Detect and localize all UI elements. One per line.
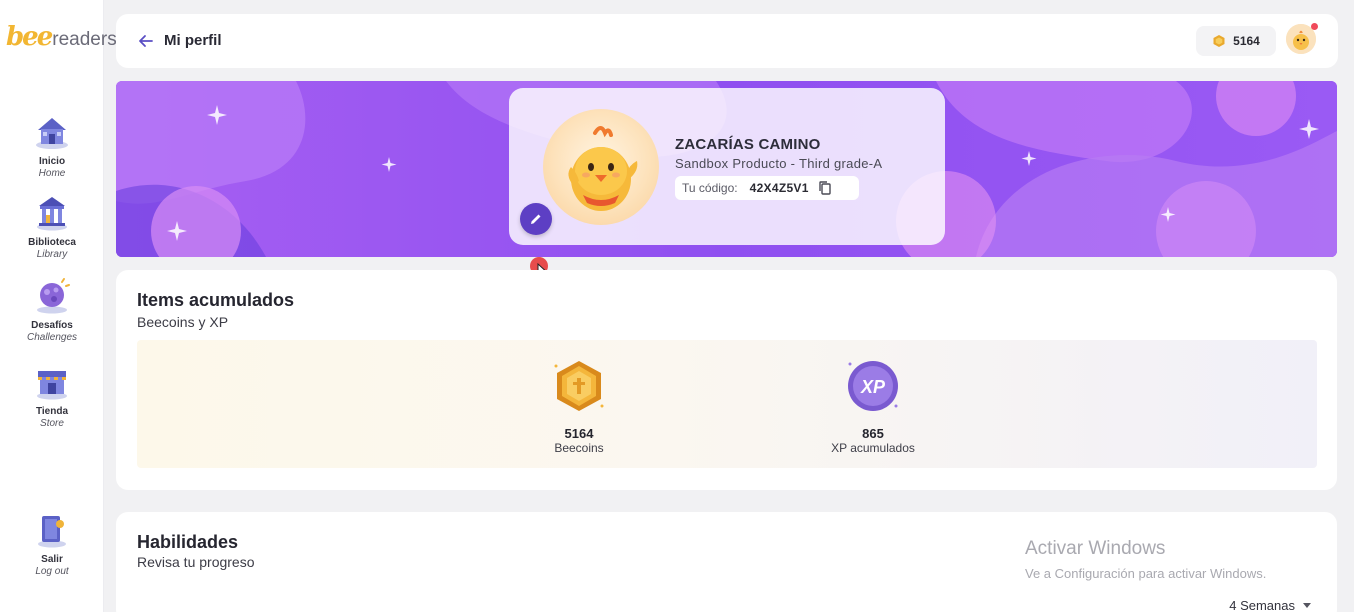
items-card: Items acumulados Beecoins y XP 5164 Beec… [116,270,1337,490]
sidebar: bee readers Inicio Home Biblioteca Libra… [0,0,117,612]
stat-beecoins: 5164 Beecoins [514,358,644,455]
beecoin-balance[interactable]: 5164 [1196,26,1276,56]
sidebar-item-sublabel: Store [40,418,64,429]
watermark-text: Ve a Configuración para activar Windows. [1025,566,1267,581]
logo-readers-text: readers [52,29,117,50]
page-title: Mi perfil [164,32,222,49]
copy-icon[interactable] [817,180,833,196]
period-dropdown[interactable]: 4 Semanas [1229,598,1311,612]
stat-value: 5164 [564,426,594,441]
sidebar-item-sublabel: Library [36,249,68,260]
sidebar-item-label: Tienda [35,406,69,417]
user-name: ZACARÍAS CAMINO [675,136,821,153]
profile-banner: ZACARÍAS CAMINO Sandbox Producto - Third… [116,81,1337,257]
svg-text:XP: XP [860,377,886,397]
watermark-title: Activar Windows [1025,538,1166,559]
beereaders-logo[interactable]: bee readers [6,22,117,52]
chevron-down-icon [1303,602,1311,608]
sidebar-item-library[interactable]: Biblioteca Library [0,193,104,260]
sidebar-item-sublabel: Home [38,168,66,179]
stat-value: 865 [862,426,884,441]
profile-avatar [543,109,659,225]
pencil-icon [531,214,541,224]
logo-bee-text: bee [6,22,53,52]
avatar[interactable] [1286,23,1318,54]
edit-avatar-button[interactable] [520,203,552,235]
sidebar-item-sublabel: Log out [35,566,69,577]
code-value: 42X4Z5V1 [749,181,809,195]
sidebar-item-logout[interactable]: Salir Log out [0,510,104,577]
items-title: Items acumulados [137,290,295,310]
skills-subtitle: Revisa tu progreso [137,554,255,570]
sidebar-item-sublabel: Challenges [26,332,78,343]
user-code-box: Tu código: 42X4Z5V1 [675,176,859,200]
sidebar-item-label: Desafíos [31,320,73,331]
challenges-icon [32,276,72,316]
library-icon [32,193,72,233]
user-class: Sandbox Producto - Third grade-A [675,156,883,171]
top-header: Mi perfil 5164 [116,14,1338,68]
code-label: Tu código: [682,181,738,195]
stats-area: 5164 Beecoins XP 865 XP acumulados [137,340,1317,468]
sidebar-item-label: Inicio [38,156,66,167]
logout-icon [32,510,72,550]
windows-activation-watermark: Activar Windows Ve a Configuración para … [1025,538,1266,581]
notification-dot [1311,23,1318,30]
sidebar-item-home[interactable]: Inicio Home [0,112,104,179]
skills-title: Habilidades [137,532,239,552]
sidebar-item-label: Salir [41,554,63,565]
back-arrow-icon[interactable] [136,31,156,51]
beecoin-icon [554,361,604,411]
beecoin-icon [1213,35,1225,47]
period-value: 4 Semanas [1229,598,1295,612]
profile-card: ZACARÍAS CAMINO Sandbox Producto - Third… [509,88,945,245]
beecoin-count: 5164 [1233,34,1260,48]
items-subtitle: Beecoins y XP [137,314,229,330]
sidebar-item-label: Biblioteca [28,237,76,248]
sidebar-item-store[interactable]: Tienda Store [0,362,104,429]
stat-label: XP acumulados [831,441,915,455]
stat-label: Beecoins [554,441,604,455]
xp-icon: XP [848,361,898,411]
chick-avatar-icon [568,126,638,211]
house-icon [32,112,72,152]
sidebar-item-challenges[interactable]: Desafíos Challenges [0,276,104,343]
stat-xp: XP 865 XP acumulados [808,358,938,455]
store-icon [32,362,72,402]
